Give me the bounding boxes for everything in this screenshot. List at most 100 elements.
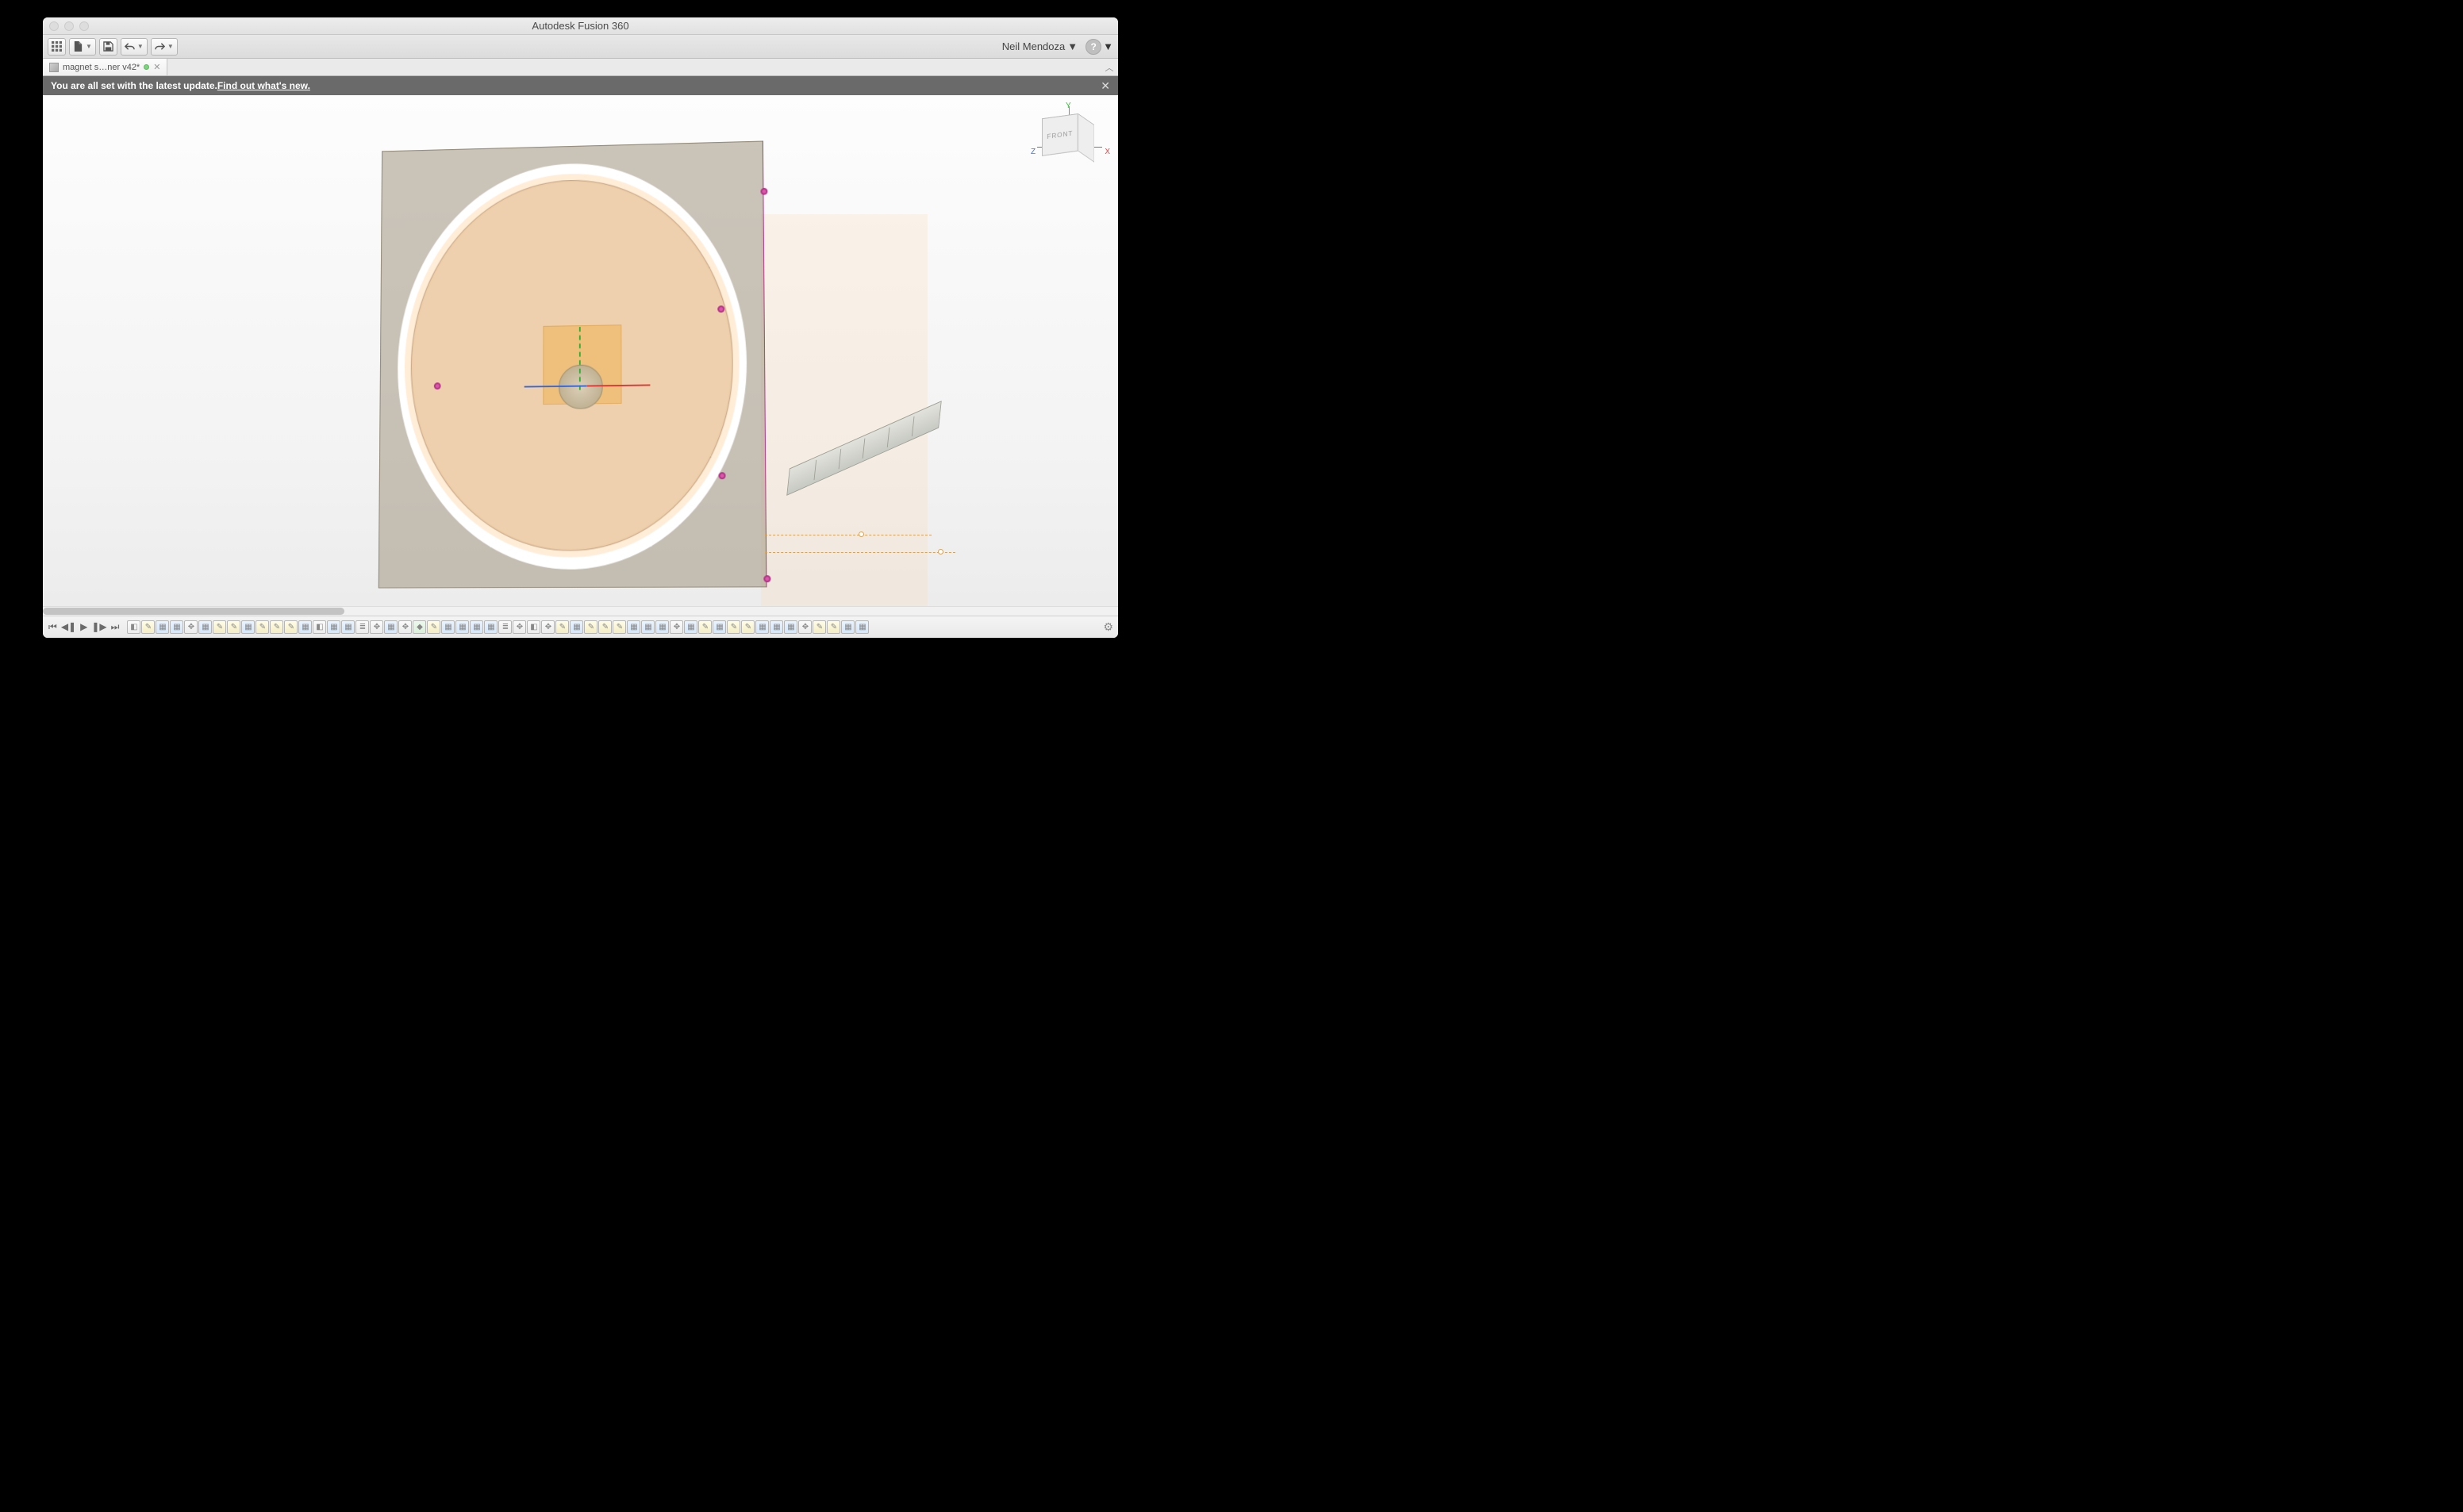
scrollbar-thumb[interactable] [43,608,344,615]
timeline-feature-node[interactable]: ▦ [170,620,183,634]
timeline-feature-node[interactable]: ✎ [741,620,755,634]
timeline-feature-node[interactable]: ▦ [470,620,483,634]
close-banner-button[interactable]: ✕ [1101,79,1110,93]
timeline-feature-node[interactable]: ✎ [727,620,740,634]
timeline-feature-node[interactable]: ▦ [855,620,869,634]
timeline-feature-node[interactable]: ▦ [684,620,697,634]
chevron-up-icon: ︿ [1105,61,1114,74]
timeline-feature-node[interactable]: ≣ [355,620,369,634]
timeline-feature-node[interactable]: ✎ [284,620,298,634]
timeline-feature-node[interactable]: ✎ [613,620,626,634]
timeline-feature-node[interactable]: ✎ [813,620,826,634]
timeline-feature-node[interactable]: ✎ [584,620,597,634]
view-cube[interactable]: X Y Z FRONT [1037,106,1104,173]
viewcube-front-face[interactable]: FRONT [1042,113,1078,156]
app-window: Autodesk Fusion 360 ▼ ▼ ▼ Neil Mendoza ▼… [43,17,1118,638]
document-tab-label: magnet s…ner v42* [63,63,140,72]
timeline-feature-node[interactable]: ▦ [484,620,498,634]
timeline-feature-node[interactable]: ✎ [256,620,269,634]
timeline-feature-node[interactable]: ✎ [270,620,283,634]
timeline-feature-node[interactable]: ▦ [241,620,255,634]
timeline-feature-node[interactable]: ✎ [213,620,226,634]
model-body[interactable] [378,141,767,589]
timeline-step-back-button[interactable]: ◀❚ [60,621,77,633]
timeline-feature-node[interactable]: ◧ [527,620,540,634]
sketch-endpoint-icon[interactable] [938,549,943,555]
timeline-feature-node[interactable]: ▦ [327,620,340,634]
timeline-feature-node[interactable]: ▦ [341,620,355,634]
redo-button[interactable]: ▼ [151,38,178,56]
update-banner: You are all set with the latest update. … [43,76,1118,95]
timeline-feature-node[interactable]: ▦ [298,620,312,634]
timeline-feature-node[interactable]: ▦ [627,620,640,634]
timeline-feature-node[interactable]: ✥ [670,620,683,634]
timeline-feature-node[interactable]: ▦ [198,620,212,634]
user-menu-button[interactable]: Neil Mendoza ▼ [997,40,1082,52]
timeline-feature-node[interactable]: ✎ [227,620,240,634]
timeline-feature-node[interactable]: ✥ [184,620,198,634]
sketch-endpoint-icon[interactable] [859,532,864,537]
timeline-feature-node[interactable]: ▦ [641,620,655,634]
timeline-feature-node[interactable]: ▦ [784,620,797,634]
timeline-feature-node[interactable]: ◧ [127,620,140,634]
timeline-feature-node[interactable]: ✎ [698,620,712,634]
timeline-end-button[interactable]: ⏭ [110,621,121,633]
timeline-feature-node[interactable]: ▦ [441,620,455,634]
timeline-feature-node[interactable]: ▦ [770,620,783,634]
timeline-settings-button[interactable]: ⚙ [1103,620,1113,634]
sketch-point-icon[interactable] [763,575,770,582]
data-panel-button[interactable] [48,38,66,56]
timeline-start-button[interactable]: ⏮ [48,621,58,633]
timeline-feature-node[interactable]: ✎ [555,620,569,634]
timeline-feature-node[interactable]: ✥ [370,620,383,634]
timeline-features: ◧✎▦▦✥▦✎✎▦✎✎✎▦◧▦▦≣✥▦✥◆✎▦▦▦▦≣✥◧✥✎▦✎✎✎▦▦▦✥▦… [127,620,869,634]
design-canvas[interactable]: X Y Z FRONT [43,95,1118,606]
timeline-feature-node[interactable]: ✎ [141,620,155,634]
save-icon [103,41,113,52]
user-name: Neil Mendoza [1002,40,1066,52]
timeline-feature-node[interactable]: ✥ [513,620,526,634]
timeline-feature-node[interactable]: ▦ [755,620,769,634]
zoom-window-icon[interactable] [79,21,89,31]
chevron-down-icon: ▼ [137,43,144,50]
timeline-feature-node[interactable]: ✥ [398,620,412,634]
chevron-down-icon: ▼ [86,43,92,50]
timeline-feature-node[interactable]: ≣ [498,620,512,634]
axis-x-label: X [1105,148,1110,156]
timeline: ⏮ ◀❚ ▶ ❚▶ ⏭ ◧✎▦▦✥▦✎✎▦✎✎✎▦◧▦▦≣✥▦✥◆✎▦▦▦▦≣✥… [43,616,1118,638]
close-tab-icon[interactable]: ✕ [153,62,160,72]
timeline-scrollbar[interactable] [43,606,1118,616]
timeline-feature-node[interactable]: ▦ [156,620,169,634]
help-icon: ? [1085,39,1101,55]
timeline-feature-node[interactable]: ✎ [427,620,440,634]
timeline-feature-node[interactable]: ▦ [570,620,583,634]
timeline-feature-node[interactable]: ✎ [598,620,612,634]
expand-ribbon-button[interactable]: ︿ [1101,59,1118,75]
construction-line [765,552,955,553]
timeline-feature-node[interactable]: ◆ [413,620,426,634]
close-window-icon[interactable] [49,21,59,31]
timeline-feature-node[interactable]: ◧ [313,620,326,634]
timeline-feature-node[interactable]: ▦ [655,620,669,634]
main-toolbar: ▼ ▼ ▼ Neil Mendoza ▼ ? ▼ [43,35,1118,59]
undo-button[interactable]: ▼ [121,38,148,56]
timeline-feature-node[interactable]: ▦ [841,620,855,634]
save-button[interactable] [99,38,117,56]
sketch-point-icon[interactable] [760,188,767,195]
timeline-feature-node[interactable]: ▦ [713,620,726,634]
timeline-feature-node[interactable]: ✥ [798,620,812,634]
timeline-feature-node[interactable]: ▦ [384,620,398,634]
help-menu-button[interactable]: ? ▼ [1085,39,1113,55]
timeline-play-button[interactable]: ▶ [79,621,88,633]
axis-y-label: Y [1066,102,1071,110]
timeline-feature-node[interactable]: ✎ [827,620,840,634]
timeline-feature-node[interactable]: ✥ [541,620,555,634]
banner-link[interactable]: Find out what's new. [217,80,310,91]
titlebar: Autodesk Fusion 360 [43,17,1118,35]
timeline-step-forward-button[interactable]: ❚▶ [90,621,107,633]
viewcube-right-face[interactable] [1078,113,1094,163]
timeline-feature-node[interactable]: ▦ [455,620,469,634]
minimize-window-icon[interactable] [64,21,74,31]
file-menu-button[interactable]: ▼ [69,38,96,56]
document-tab[interactable]: magnet s…ner v42* ✕ [43,59,167,75]
